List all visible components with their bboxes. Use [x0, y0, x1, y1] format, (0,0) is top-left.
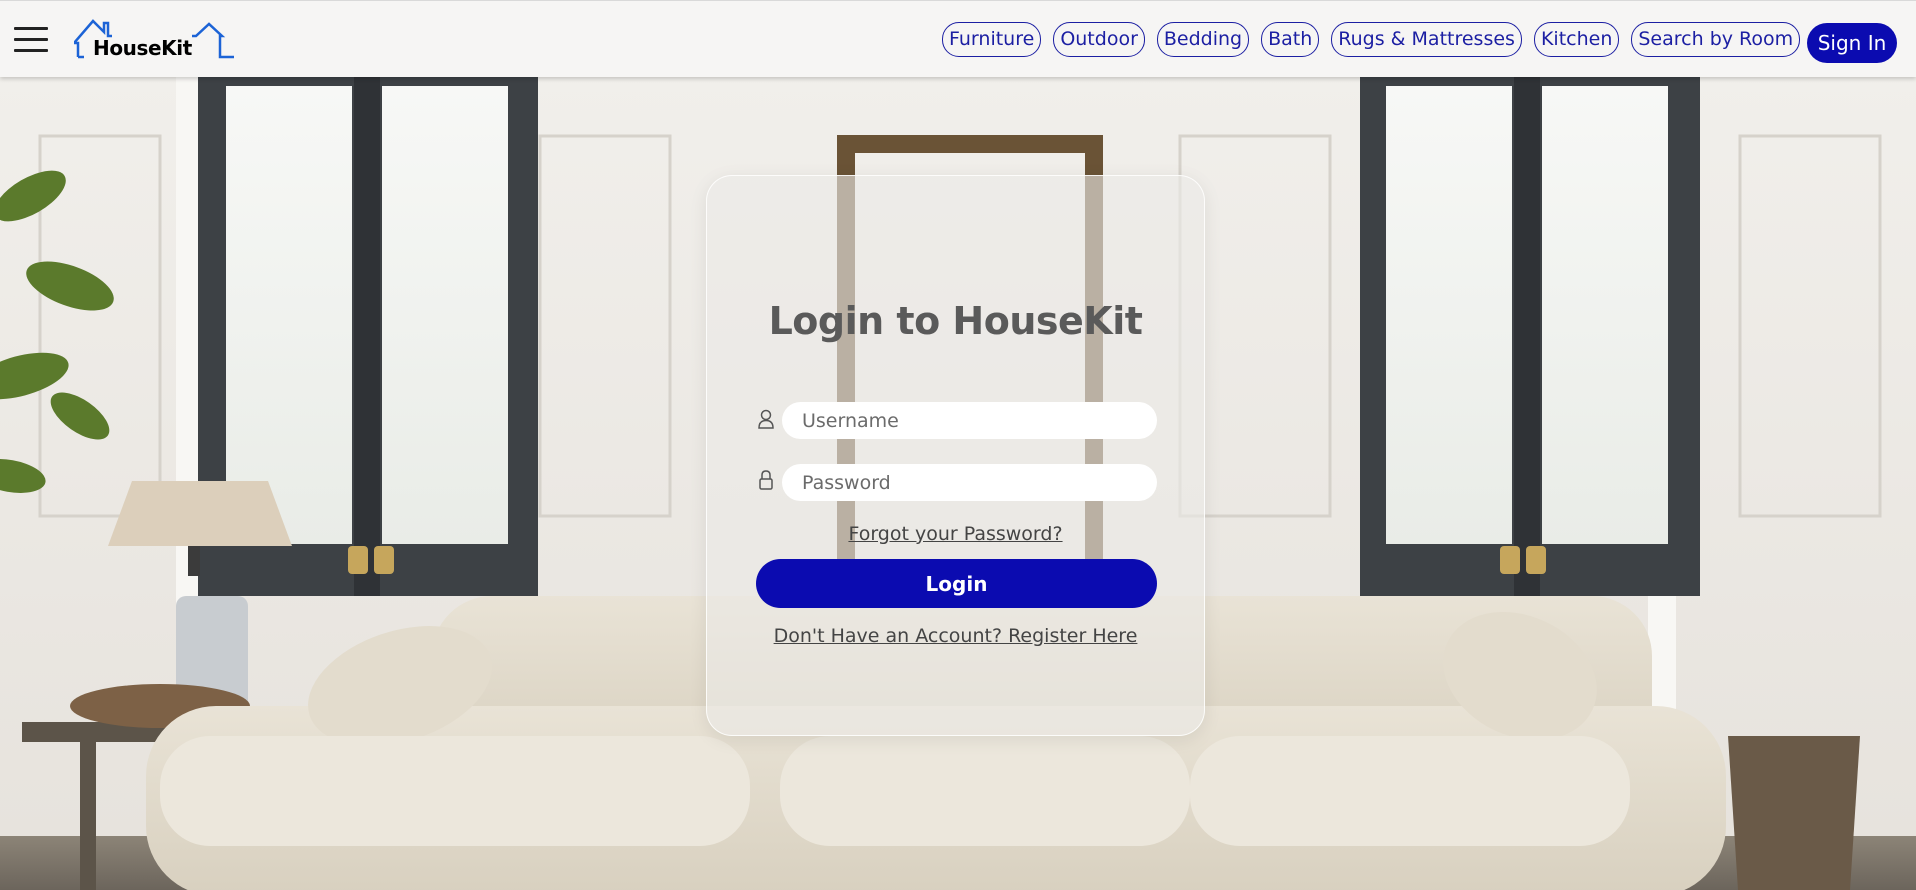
nav-furniture[interactable]: Furniture [942, 22, 1042, 57]
nav-bedding[interactable]: Bedding [1156, 22, 1250, 57]
hamburger-menu-icon[interactable] [14, 27, 48, 53]
logo-text: HouseKit [93, 36, 192, 60]
login-button[interactable]: Login [756, 559, 1157, 608]
housekit-logo[interactable]: HouseKit [71, 17, 236, 61]
login-title: Login to HouseKit [768, 299, 1143, 343]
nav-rugs-mattresses[interactable]: Rugs & Mattresses [1331, 22, 1522, 57]
top-header: HouseKit Furniture Outdoor Bedding Bath … [0, 0, 1916, 77]
register-link[interactable]: Don't Have an Account? Register Here [707, 625, 1204, 647]
category-nav: Furniture Outdoor Bedding Bath Rugs & Ma… [942, 22, 1801, 57]
nav-outdoor[interactable]: Outdoor [1053, 22, 1145, 57]
nav-search-by-room[interactable]: Search by Room [1631, 22, 1801, 57]
nav-kitchen[interactable]: Kitchen [1533, 22, 1620, 57]
sign-in-button[interactable]: Sign In [1807, 23, 1897, 63]
username-input[interactable] [782, 402, 1157, 439]
lock-icon [757, 469, 775, 491]
user-icon [757, 408, 775, 430]
password-input[interactable] [782, 464, 1157, 501]
nav-bath[interactable]: Bath [1261, 22, 1320, 57]
forgot-password-link[interactable]: Forgot your Password? [707, 523, 1204, 545]
login-card: Login to HouseKit Forgot your Password? … [706, 175, 1205, 736]
